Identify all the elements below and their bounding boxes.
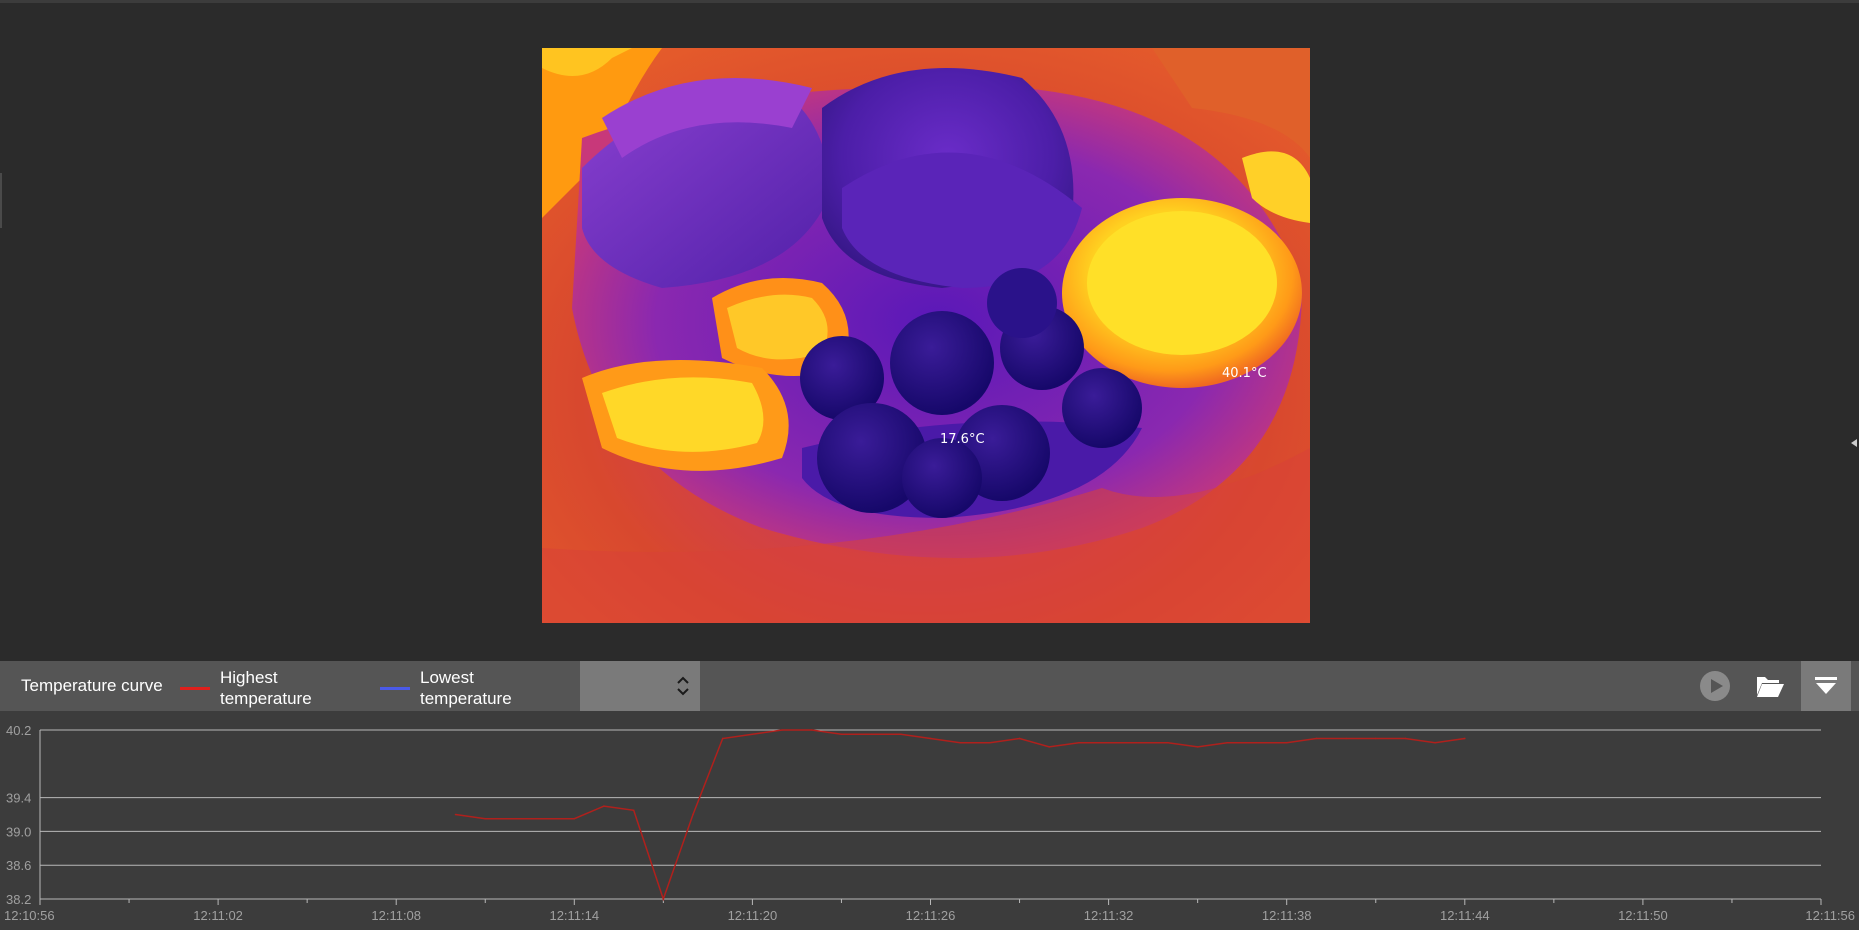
highest-temperature-label-line2: temperature [220,689,312,708]
min-temperature-label: 17.6°C [940,432,985,447]
legend-highest-temperature[interactable]: Highest temperature [180,667,340,709]
x-tick-label: 12:11:08 [371,908,421,923]
highest-temperature-point [989,741,991,744]
y-tick-label: 40.2 [6,723,31,738]
image-viewer-panel: 40.1°C 17.6°C [0,3,1859,661]
highest-temperature-point [781,729,783,731]
x-tick-label: 12:11:32 [1084,908,1134,923]
highest-temperature-point [573,817,576,820]
highest-temperature-point [484,817,487,820]
highest-temperature-label-line1: Highest [220,668,278,687]
chevron-left-icon [1851,439,1857,447]
highest-temperature-point [959,741,961,744]
highest-temperature-point [454,813,457,816]
temperature-curve-svg: 40.2 39.4 39.0 38.6 38.212:10:56 12:11:02 12:1… [4,723,1855,923]
temperature-curve-toolbar: Temperature curve Highest temperature Lo… [0,661,1859,711]
left-panel-handle[interactable] [0,173,2,228]
expand-right-panel-handle[interactable] [1847,423,1859,463]
x-tick-label: 12:11:38 [1262,908,1312,923]
highest-temperature-point [1434,741,1436,744]
x-tick-label: 12:11:50 [1618,908,1668,923]
highest-temperature-point [840,733,843,736]
highest-temperature-point [1167,741,1169,744]
x-tick-label: 12:11:02 [193,908,243,923]
thermal-scene-graphic [542,48,1310,623]
x-tick-label: 12:10:56 [4,908,55,923]
highest-temperature-point [1256,741,1258,744]
series-select-spinbox[interactable] [580,661,700,711]
highest-temperature-point [1315,737,1318,740]
highest-temperature-point [662,898,665,900]
play-icon [1700,671,1730,701]
legend-lowest-temperature[interactable]: Lowest temperature [380,667,540,709]
highest-temperature-point [900,733,902,736]
highest-temperature-point [1137,741,1140,744]
highest-temperature-point [929,737,932,740]
highest-temperature-point [1048,746,1051,748]
highest-temperature-point [1285,741,1288,744]
x-tick-label: 12:11:14 [549,908,599,923]
y-tick-label: 39.0 [6,824,31,839]
highest-temperature-label: Highest temperature [220,667,340,709]
highest-temperature-point [514,817,516,820]
highest-temperature-point [632,809,635,812]
highest-temperature-point [1404,737,1407,740]
x-tick-label: 12:11:26 [906,908,956,923]
x-tick-label: 12:11:20 [728,908,778,923]
highest-temperature-point [1226,741,1229,744]
x-tick-label: 12:11:44 [1440,908,1490,923]
highest-temperature-point [543,817,546,820]
thermal-viewer-app: 40.1°C 17.6°C Temperature curve Highest … [0,0,1859,930]
highest-temperature-point [1107,741,1110,744]
highest-temperature-point [692,813,694,816]
temperature-curve-title: Temperature curve [21,676,163,695]
lowest-temperature-label-line2: temperature [420,689,512,708]
open-folder-button[interactable] [1745,661,1795,711]
highest-temperature-point [603,805,605,807]
collapse-panel-button[interactable] [1801,661,1851,711]
highest-temperature-point [1345,737,1347,740]
highest-temperature-point [721,737,724,740]
highest-temperature-point [810,729,813,731]
collapse-panel-icon [1815,677,1837,694]
up-down-arrows-icon [677,676,689,696]
lowest-temperature-label: Lowest temperature [420,667,540,709]
highest-temperature-point [1196,746,1199,748]
y-tick-label: 38.2 [6,892,31,907]
temperature-curve-chart[interactable]: 40.2 39.4 39.0 38.6 38.2 12:10:56 12:11:02 12:1… [0,711,1859,930]
folder-open-icon [1757,677,1784,697]
y-tick-label: 39.4 [6,791,31,806]
y-tick-label: 38.6 [6,858,31,873]
highest-temperature-point [1464,737,1466,740]
max-temperature-label: 40.1°C [1222,366,1267,381]
highest-temperature-point [751,733,754,736]
x-tick-label: 12:11:56 [1805,908,1855,923]
lowest-temperature-label-line1: Lowest [420,668,474,687]
highest-temperature-swatch [180,686,210,690]
lowest-temperature-swatch [380,686,410,690]
highest-temperature-point [1078,741,1080,744]
thermal-image[interactable]: 40.1°C 17.6°C [542,48,1310,623]
highest-temperature-point [1374,737,1377,740]
highest-temperature-series-line [455,729,1465,902]
highest-temperature-point [870,733,872,736]
highest-temperature-point [1018,737,1021,740]
play-button[interactable] [1690,661,1740,711]
